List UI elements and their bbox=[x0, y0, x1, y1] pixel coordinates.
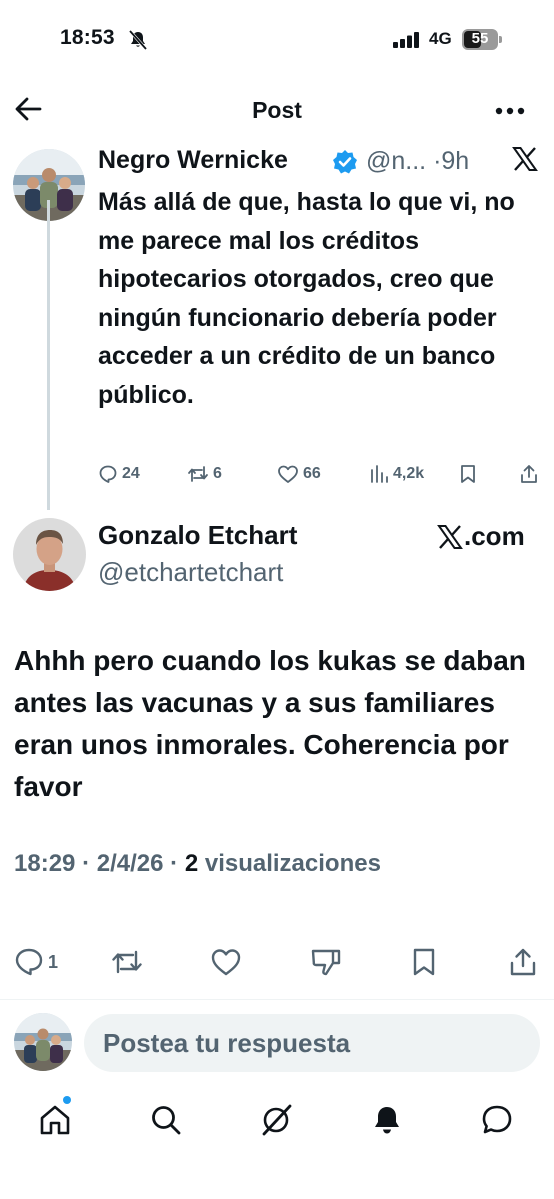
x-logo-icon bbox=[437, 524, 463, 549]
quoted-author-meta: @n... ·9h bbox=[366, 147, 486, 176]
views-icon bbox=[371, 465, 388, 483]
author-name[interactable]: Gonzalo Etchart bbox=[98, 520, 297, 551]
page-title: Post bbox=[252, 97, 302, 123]
status-time: 18:53 bbox=[60, 26, 115, 49]
dislike-button[interactable] bbox=[310, 946, 342, 978]
search-icon bbox=[152, 1106, 181, 1135]
verified-icon bbox=[332, 149, 358, 175]
share-button[interactable] bbox=[508, 946, 538, 978]
reply-icon bbox=[99, 465, 117, 483]
meta-separator: · bbox=[170, 850, 179, 877]
quoted-reply-button[interactable]: 24 bbox=[98, 463, 140, 485]
nav-search[interactable] bbox=[146, 1100, 186, 1140]
quoted-repost-button[interactable]: 6 bbox=[187, 463, 222, 485]
battery-indicator: 55 bbox=[462, 29, 503, 50]
home-icon bbox=[40, 1105, 70, 1135]
share-icon bbox=[510, 948, 536, 976]
x-logo-icon[interactable] bbox=[512, 146, 538, 172]
reply-placeholder: Postea tu respuesta bbox=[103, 1028, 351, 1058]
reply-count: 1 bbox=[48, 951, 59, 972]
post-date: 2/4/26 bbox=[96, 850, 164, 877]
bookmark-icon bbox=[413, 948, 435, 976]
silent-bell-icon bbox=[127, 30, 149, 50]
divider bbox=[0, 999, 554, 1000]
author-handle[interactable]: @etchartetchart bbox=[98, 557, 283, 588]
meta-separator: · bbox=[82, 850, 91, 877]
quoted-repost-count: 6 bbox=[213, 465, 222, 482]
quoted-share-button[interactable] bbox=[519, 463, 543, 485]
source-label-text: .com bbox=[464, 521, 525, 551]
reply-button[interactable]: 1 bbox=[14, 946, 58, 978]
quoted-post-text: Más allá de que, hasta lo que vi, no me … bbox=[98, 188, 515, 409]
network-type: 4G bbox=[429, 29, 452, 48]
repost-button[interactable] bbox=[110, 946, 144, 978]
signal-icon bbox=[393, 32, 421, 48]
nav-messages[interactable] bbox=[477, 1100, 517, 1140]
author-avatar[interactable] bbox=[13, 518, 86, 591]
repost-icon bbox=[188, 466, 208, 482]
thread-line bbox=[47, 200, 50, 510]
notifications-icon bbox=[375, 1107, 399, 1134]
messages-icon bbox=[482, 1105, 512, 1134]
nav-notifications[interactable] bbox=[367, 1100, 407, 1140]
source-label: .com bbox=[437, 521, 525, 552]
share-icon bbox=[521, 465, 537, 483]
dislike-icon bbox=[311, 949, 341, 976]
reply-icon bbox=[15, 948, 43, 976]
repost-icon bbox=[112, 950, 142, 974]
quoted-author-name[interactable]: Negro Wernicke bbox=[98, 146, 288, 175]
quoted-bookmark-button[interactable] bbox=[459, 463, 481, 485]
like-icon bbox=[211, 949, 241, 976]
more-options-button[interactable] bbox=[494, 98, 534, 124]
battery-percent: 55 bbox=[471, 30, 489, 47]
like-button[interactable] bbox=[210, 946, 242, 978]
quoted-reply-count: 24 bbox=[122, 465, 140, 482]
nav-grok[interactable] bbox=[256, 1100, 296, 1140]
quoted-like-button[interactable]: 66 bbox=[277, 463, 321, 485]
quoted-views-count: 4,2k bbox=[393, 465, 425, 482]
notification-dot bbox=[63, 1096, 71, 1104]
post-text: Ahhh pero cuando los kukas se daban ante… bbox=[14, 645, 526, 802]
post-meta: 18:29 · 2/4/26 · 2 visualizaciones bbox=[14, 850, 381, 878]
bookmark-icon bbox=[461, 465, 475, 483]
views-count: 2 bbox=[184, 850, 199, 877]
bookmark-button[interactable] bbox=[410, 946, 438, 978]
more-icon bbox=[495, 107, 525, 115]
my-avatar[interactable] bbox=[14, 1013, 72, 1071]
quoted-like-count: 66 bbox=[303, 465, 321, 482]
quoted-post-time: 9h bbox=[441, 147, 470, 175]
post-time: 18:29 bbox=[14, 850, 76, 877]
nav-home[interactable] bbox=[35, 1100, 75, 1140]
grok-icon bbox=[262, 1104, 292, 1136]
quoted-author-handle: @n... bbox=[366, 147, 427, 175]
quoted-views-button[interactable]: 4,2k bbox=[369, 463, 424, 485]
like-icon bbox=[278, 465, 298, 483]
views-label[interactable]: visualizaciones bbox=[205, 850, 381, 877]
